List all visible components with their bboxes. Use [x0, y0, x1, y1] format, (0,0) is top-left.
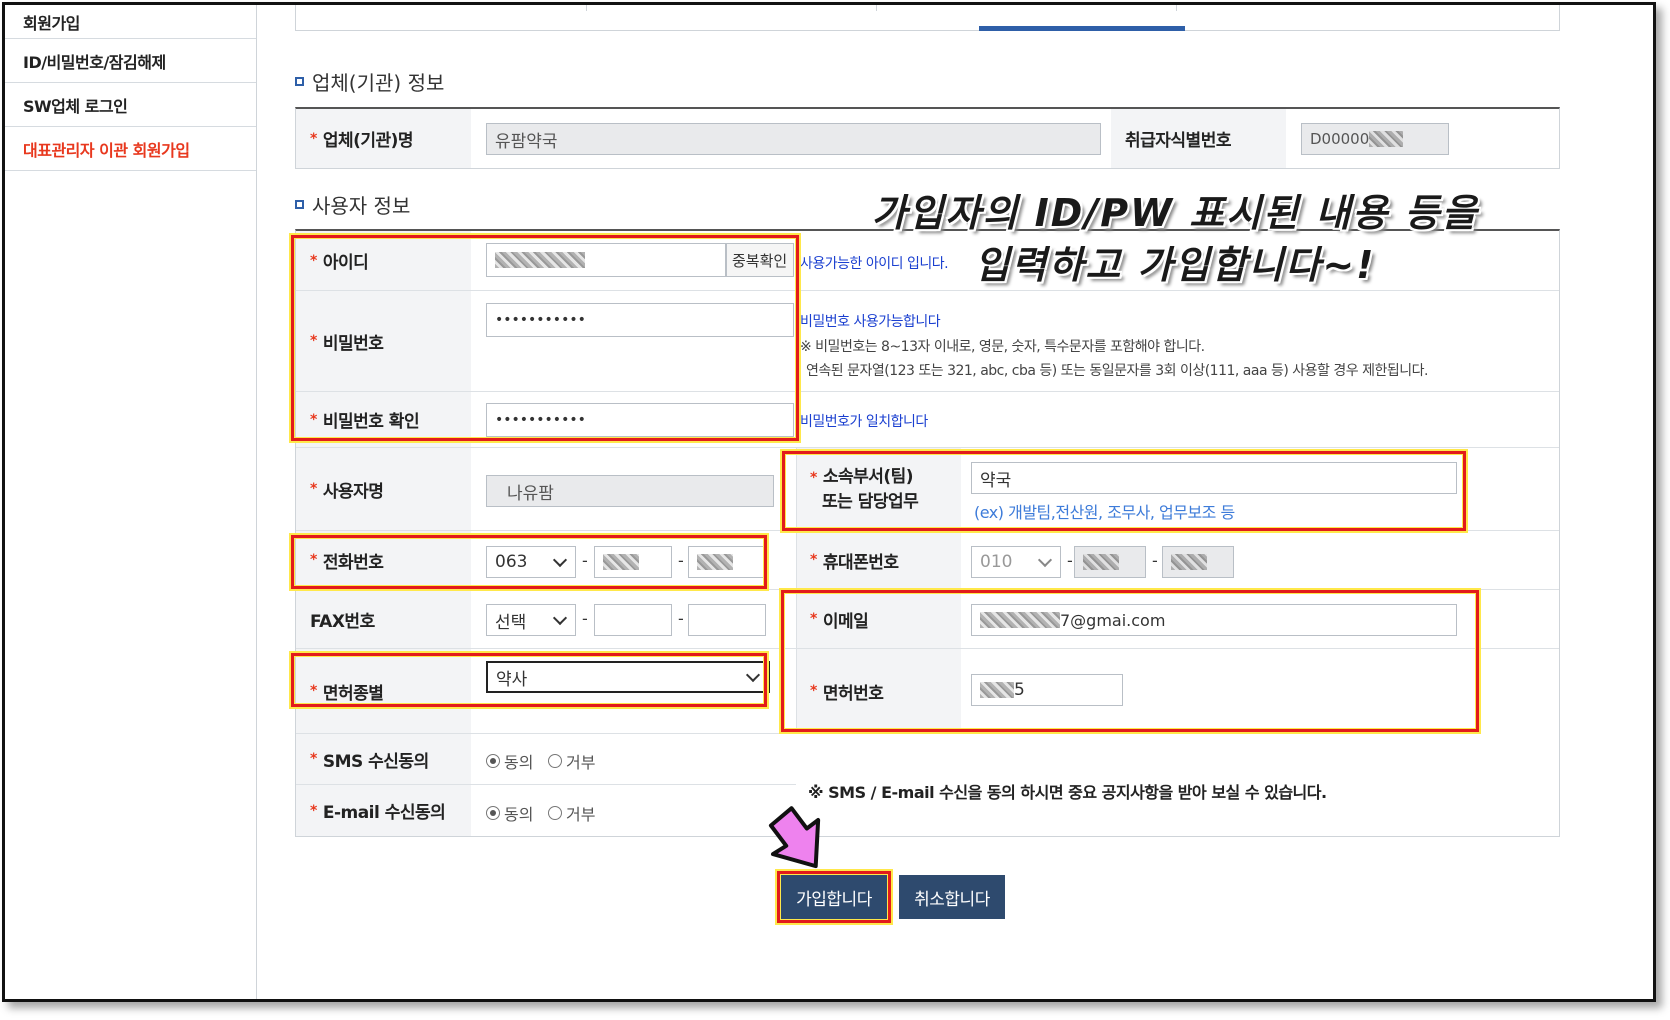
company-name-label: * 업체(기관)명 — [296, 109, 471, 168]
radio-unchecked-icon — [548, 806, 562, 820]
browser-window: 회원가입 ID/비밀번호/잠김해제 SW업체 로그인 대표관리자 이관 회원가입… — [2, 2, 1656, 1002]
user-id-input[interactable] — [486, 243, 726, 277]
handler-id-field: D00000 — [1301, 123, 1449, 155]
sms-disagree-radio[interactable]: 거부 — [548, 749, 595, 773]
user-table: * 아이디 * 비밀번호 * 비밀번호 확인 * 사용자명 * 전화번호 FAX번호 * 면… — [295, 229, 1560, 837]
phone-label: * 전화번호 — [296, 531, 471, 589]
radio-checked-icon — [486, 754, 500, 768]
mobile-label: * 휴대폰번호 — [796, 531, 961, 589]
join-button[interactable]: 가입합니다 — [781, 875, 887, 919]
username-field: 나유팜 — [486, 475, 774, 507]
duplicate-check-button[interactable]: 중복확인 — [726, 243, 794, 277]
user-id-label: * 아이디 — [296, 231, 471, 290]
company-section-title: 업체(기관) 정보 — [295, 67, 444, 96]
sidebar-item-id-password-unlock[interactable]: ID/비밀번호/잠김해제 — [5, 39, 256, 83]
password-confirm-input[interactable]: ••••••••••• — [486, 403, 794, 437]
email-disagree-radio[interactable]: 거부 — [548, 801, 595, 825]
department-label: * 소속부서(팀) 또는 담당업무 — [796, 448, 961, 530]
radio-unchecked-icon — [548, 754, 562, 768]
phone-last-input[interactable] — [688, 546, 766, 578]
email-agree-label: * E-mail 수신동의 — [296, 785, 471, 836]
password-input[interactable]: ••••••••••• — [486, 303, 794, 337]
active-step-indicator — [979, 26, 1185, 31]
mobile-last-field — [1162, 546, 1234, 578]
email-agree-radio[interactable]: 동의 — [486, 801, 533, 825]
password-rule-2: 연속된 문자열(123 또는 321, abc, cba 등) 또는 동일문자를… — [806, 363, 1428, 379]
mobile-middle-field — [1074, 546, 1146, 578]
sms-agree-radio[interactable]: 동의 — [486, 749, 533, 773]
username-label: * 사용자명 — [296, 448, 471, 530]
department-example: (ex) 개발팀,전산원, 조무사, 업무보조 등 — [974, 503, 1235, 522]
agree-notice: ※ SMS / E-mail 수신을 동의 하시면 중요 공지사항을 받아 보실… — [808, 783, 1327, 802]
main-content: 업체(기관) 정보 * 업체(기관)명 유팜약국 취급자식별번호 D00000 사… — [291, 5, 1595, 999]
user-section-title: 사용자 정보 — [295, 190, 410, 219]
radio-checked-icon — [486, 806, 500, 820]
mobile-prefix-select[interactable]: 010 — [971, 546, 1061, 578]
sidebar: 회원가입 ID/비밀번호/잠김해제 SW업체 로그인 대표관리자 이관 회원가입 — [5, 5, 257, 999]
password-rule-1: ※ 비밀번호는 8~13자 이내로, 영문, 숫자, 특수문자를 포함해야 합니… — [800, 339, 1205, 355]
sms-agree-label: * SMS 수신동의 — [296, 734, 471, 784]
department-input[interactable]: 약국 — [971, 462, 1457, 494]
password-match-message: 비밀번호가 일치합니다 — [800, 414, 928, 430]
sidebar-item-sw-login[interactable]: SW업체 로그인 — [5, 83, 256, 127]
pointer-arrow-icon — [768, 806, 821, 869]
instruction-annotation: 가입자의 ID/PW 표시된 내용 등을 입력하고 가입합니다~! — [871, 191, 1479, 287]
email-label: * 이메일 — [796, 590, 961, 648]
cancel-button[interactable]: 취소합니다 — [899, 875, 1005, 919]
license-type-label: * 면허종별 — [296, 649, 471, 733]
license-no-label: * 면허번호 — [796, 649, 961, 733]
bullet-square-icon — [295, 200, 304, 209]
sidebar-item-admin-transfer-signup[interactable]: 대표관리자 이관 회원가입 — [5, 127, 256, 171]
phone-middle-input[interactable] — [594, 546, 672, 578]
fax-middle-input[interactable] — [594, 604, 672, 636]
email-input[interactable]: 7@gmai.com — [971, 604, 1457, 636]
password-confirm-label: * 비밀번호 확인 — [296, 392, 471, 447]
password-ok-message: 비밀번호 사용가능합니다 — [800, 314, 941, 330]
fax-label: FAX번호 — [296, 590, 471, 648]
fax-area-select[interactable]: 선택 — [486, 604, 576, 636]
bullet-square-icon — [295, 77, 304, 86]
handler-id-label: 취급자식별번호 — [1111, 109, 1286, 168]
company-name-field: 유팜약국 — [486, 123, 1101, 155]
company-table: * 업체(기관)명 유팜약국 취급자식별번호 D00000 — [295, 107, 1560, 169]
license-number-input[interactable]: 5 — [971, 674, 1123, 706]
phone-area-select[interactable]: 063 — [486, 546, 576, 578]
step-tabs — [295, 5, 1560, 31]
fax-last-input[interactable] — [688, 604, 766, 636]
sidebar-item-signup[interactable]: 회원가입 — [5, 5, 256, 39]
license-type-select[interactable]: 약사 — [486, 661, 770, 693]
password-label: * 비밀번호 — [296, 291, 471, 391]
